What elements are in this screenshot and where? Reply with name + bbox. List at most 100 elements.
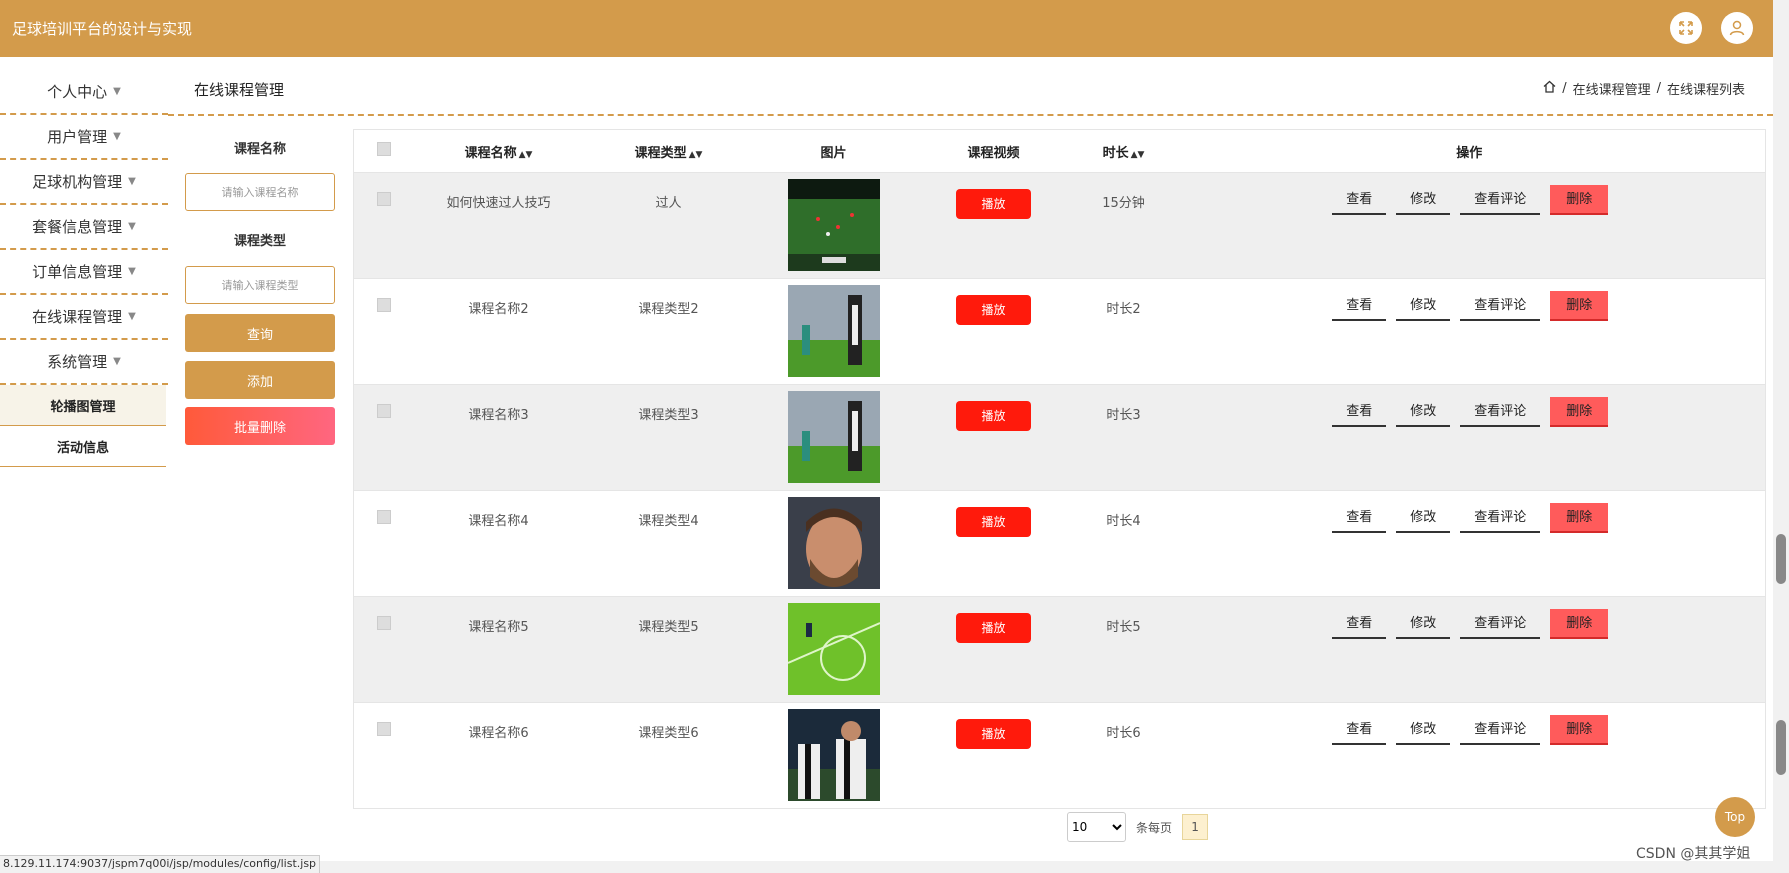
view-comments-button[interactable]: 查看评论 — [1460, 397, 1541, 427]
table-row: 课程名称2 课程类型2 播放 时长2 查看 修改 查看评论 删除 — [353, 278, 1766, 385]
course-type-cell: 课程类型3 — [638, 408, 699, 423]
query-button[interactable]: 查询 — [185, 314, 335, 352]
row-checkbox[interactable] — [376, 616, 391, 630]
table-row: 课程名称4 课程类型4 播放 时长4 查看 修改 查看评论 删除 — [353, 490, 1766, 597]
view-button[interactable]: 查看 — [1332, 609, 1387, 639]
pagination: 10 条每页 1 — [1067, 812, 1209, 842]
sidebar-item-system-management[interactable]: 系统管理 ▼ — [0, 340, 168, 385]
page-number-button[interactable]: 1 — [1182, 814, 1209, 840]
view-comments-button[interactable]: 查看评论 — [1460, 609, 1541, 639]
sidebar-item-institution-management[interactable]: 足球机构管理 ▼ — [0, 160, 168, 205]
row-checkbox[interactable] — [376, 192, 391, 206]
row-checkbox[interactable] — [376, 298, 391, 312]
sort-icon[interactable]: ▲▼ — [519, 150, 533, 160]
course-type-cell: 课程类型2 — [638, 302, 699, 317]
duration-cell: 时长6 — [1106, 726, 1141, 741]
scrollbar-thumb[interactable] — [1776, 534, 1786, 584]
column-header-name[interactable]: 课程名称 ▲▼ — [413, 129, 584, 173]
edit-button[interactable]: 修改 — [1396, 503, 1451, 533]
column-header-actions: 操作 — [1173, 129, 1766, 173]
add-button[interactable]: 添加 — [185, 361, 335, 399]
page-size-select[interactable]: 10 — [1067, 812, 1126, 842]
delete-button[interactable]: 删除 — [1550, 503, 1609, 533]
play-button[interactable]: 播放 — [956, 189, 1031, 219]
caret-down-icon: ▼ — [128, 221, 136, 232]
column-header-duration[interactable]: 时长 ▲▼ — [1073, 129, 1174, 173]
sidebar-item-order-management[interactable]: 订单信息管理 ▼ — [0, 250, 168, 295]
sidebar-item-label: 个人中心 — [47, 83, 108, 101]
course-thumbnail — [787, 285, 880, 377]
sidebar-subitem-activity[interactable]: 活动信息 — [0, 426, 166, 467]
watermark: CSDN @其其学姐 — [1636, 846, 1751, 862]
table-row: 课程名称3 课程类型3 播放 时长3 查看 修改 查看评论 删除 — [353, 384, 1766, 491]
sidebar-subitem-label: 活动信息 — [56, 440, 109, 456]
course-name-cell: 课程名称4 — [468, 514, 529, 529]
home-icon[interactable] — [1543, 80, 1556, 97]
view-comments-button[interactable]: 查看评论 — [1460, 503, 1541, 533]
edit-button[interactable]: 修改 — [1396, 609, 1451, 639]
edit-button[interactable]: 修改 — [1396, 185, 1451, 215]
row-checkbox[interactable] — [376, 722, 391, 736]
sort-icon[interactable]: ▲▼ — [689, 150, 703, 160]
caret-down-icon: ▼ — [113, 86, 121, 97]
batch-delete-button[interactable]: 批量删除 — [185, 407, 335, 445]
delete-button[interactable]: 删除 — [1550, 715, 1609, 745]
sort-icon[interactable]: ▲▼ — [1131, 150, 1145, 160]
play-button[interactable]: 播放 — [956, 719, 1031, 749]
view-comments-button[interactable]: 查看评论 — [1460, 291, 1541, 321]
delete-button[interactable]: 删除 — [1550, 291, 1609, 321]
sidebar-item-online-course-management[interactable]: 在线课程管理 ▼ — [0, 295, 168, 340]
view-button[interactable]: 查看 — [1332, 291, 1387, 321]
view-comments-button[interactable]: 查看评论 — [1460, 185, 1541, 215]
view-button[interactable]: 查看 — [1332, 185, 1387, 215]
play-button[interactable]: 播放 — [956, 295, 1031, 325]
sidebar-item-label: 足球机构管理 — [32, 173, 123, 191]
delete-button[interactable]: 删除 — [1550, 185, 1609, 215]
table-row: 课程名称6 课程类型6 播放 时长6 查看 修改 查看评论 删除 — [353, 702, 1766, 809]
sidebar-item-user-management[interactable]: 用户管理 ▼ — [0, 115, 168, 160]
breadcrumb-separator: / — [1562, 81, 1567, 96]
caret-down-icon: ▼ — [128, 176, 136, 187]
user-icon[interactable] — [1721, 12, 1753, 44]
course-type-cell: 课程类型6 — [638, 726, 699, 741]
scrollbar-thumb[interactable] — [1776, 720, 1786, 775]
row-checkbox[interactable] — [376, 404, 391, 418]
vertical-scrollbar[interactable] — [1773, 0, 1789, 873]
duration-cell: 时长2 — [1106, 302, 1141, 317]
course-type-input[interactable] — [185, 266, 335, 304]
divider — [168, 114, 1773, 116]
delete-button[interactable]: 删除 — [1550, 397, 1609, 427]
column-header-type[interactable]: 课程类型 ▲▼ — [583, 129, 754, 173]
course-name-cell: 课程名称6 — [468, 726, 529, 741]
view-button[interactable]: 查看 — [1332, 397, 1387, 427]
sidebar-item-personal-center[interactable]: 个人中心 ▼ — [0, 70, 168, 115]
view-button[interactable]: 查看 — [1332, 503, 1387, 533]
horizontal-scrollbar[interactable] — [320, 861, 1773, 873]
page-title: 在线课程管理 — [194, 81, 285, 99]
course-name-input[interactable] — [185, 173, 335, 211]
edit-button[interactable]: 修改 — [1396, 715, 1451, 745]
sidebar-subitem-carousel[interactable]: 轮播图管理 — [0, 385, 166, 426]
fullscreen-icon[interactable] — [1670, 12, 1702, 44]
course-thumbnail — [787, 709, 880, 801]
row-checkbox[interactable] — [376, 510, 391, 524]
course-type-cell: 过人 — [655, 196, 682, 211]
view-button[interactable]: 查看 — [1332, 715, 1387, 745]
play-button[interactable]: 播放 — [956, 613, 1031, 643]
breadcrumb-separator: / — [1656, 81, 1661, 96]
edit-button[interactable]: 修改 — [1396, 291, 1451, 321]
top-header: 足球培训平台的设计与实现 — [0, 0, 1773, 57]
play-button[interactable]: 播放 — [956, 401, 1031, 431]
sidebar-item-label: 系统管理 — [47, 353, 108, 371]
view-comments-button[interactable]: 查看评论 — [1460, 715, 1541, 745]
breadcrumb-item[interactable]: 在线课程管理 — [1573, 79, 1651, 98]
select-all-checkbox[interactable] — [376, 142, 391, 156]
delete-button[interactable]: 删除 — [1550, 609, 1609, 639]
sidebar: 个人中心 ▼ 用户管理 ▼ 足球机构管理 ▼ 套餐信息管理 ▼ 订单信息管理 ▼ 在线课程… — [0, 57, 168, 477]
sidebar-item-package-management[interactable]: 套餐信息管理 ▼ — [0, 205, 168, 250]
back-to-top-button[interactable]: Top — [1715, 797, 1755, 837]
table-row: 如何快速过人技巧 过人 播放 15分钟 查看 修改 查看评论 删除 — [353, 172, 1766, 279]
duration-cell: 时长5 — [1106, 620, 1141, 635]
play-button[interactable]: 播放 — [956, 507, 1031, 537]
edit-button[interactable]: 修改 — [1396, 397, 1451, 427]
